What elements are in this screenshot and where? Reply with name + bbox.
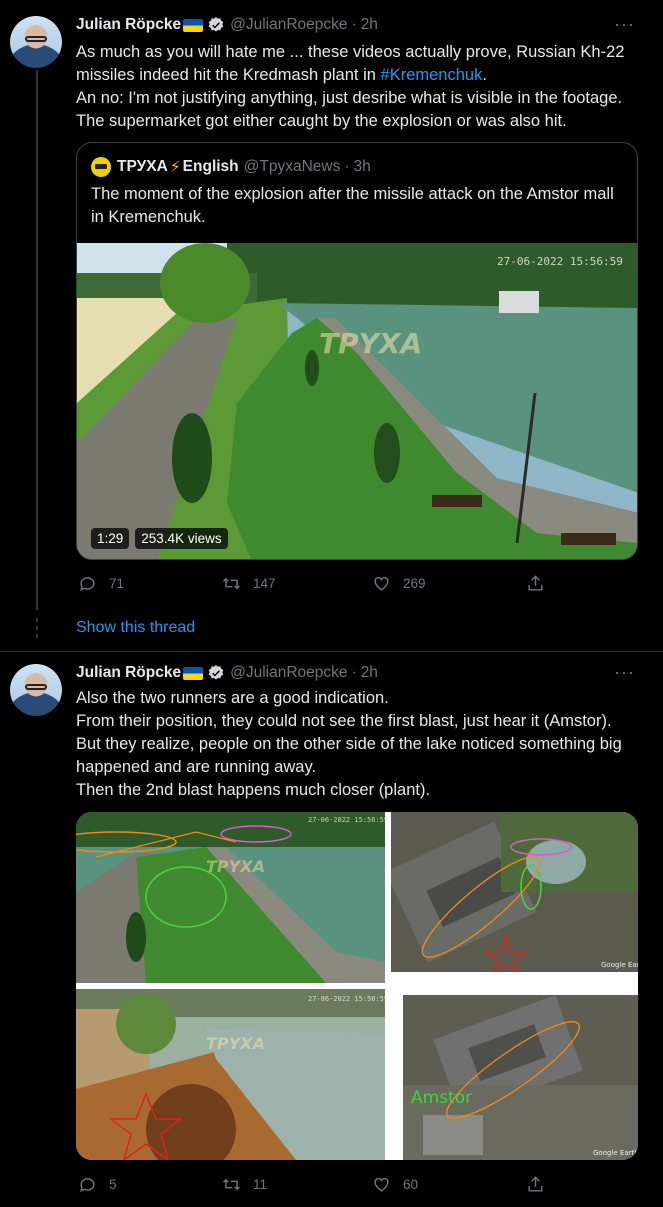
quoted-tweet-text: The moment of the explosion after the mi…	[91, 185, 614, 226]
svg-text:Amstor: Amstor	[411, 1088, 472, 1108]
lightning-icon: ⚡	[169, 158, 181, 176]
svg-text:TPYXA: TPYXA	[319, 327, 422, 360]
svg-text:27-06-2022 15:56:59: 27-06-2022 15:56:59	[308, 816, 385, 824]
author-name[interactable]: Julian Röpcke	[76, 16, 181, 34]
share-button[interactable]	[526, 1175, 557, 1194]
quoted-tweet[interactable]: ТРУХА ⚡ English @TpyxaNews · 3h The moment…	[76, 142, 638, 560]
retweet-icon	[223, 577, 240, 590]
like-icon	[374, 1177, 389, 1192]
avatar[interactable]	[10, 664, 62, 716]
share-icon	[528, 1176, 543, 1192]
author-handle[interactable]: @JulianRoepcke	[230, 664, 347, 682]
share-icon	[528, 575, 543, 591]
reply-icon	[80, 1178, 95, 1193]
image-satellite-top[interactable]: Google Earth	[391, 812, 638, 972]
svg-text:TPYXA: TPYXA	[206, 1034, 265, 1053]
show-thread-link[interactable]: Show this thread	[76, 619, 195, 637]
retweet-button[interactable]: 147	[222, 574, 276, 593]
like-button[interactable]: 60	[372, 1175, 418, 1194]
svg-text:27-06-2022 15:56:59: 27-06-2022 15:56:59	[308, 995, 385, 1003]
reply-button[interactable]: 71	[78, 574, 124, 593]
svg-text:TPYXA: TPYXA	[206, 857, 265, 876]
tpyxa-logo-icon	[91, 157, 111, 177]
hashtag-link[interactable]: #Kremenchuk	[381, 66, 483, 84]
verified-badge-icon	[208, 665, 224, 680]
tweet-2[interactable]: Julian Röpcke @JulianRoepcke · 2h ··· Al…	[0, 652, 663, 1207]
video-frame: TPYXA 27-06-2022 15:56:59	[77, 243, 637, 559]
quoted-tweet-header: ТРУХА ⚡ English @TpyxaNews · 3h	[91, 157, 371, 177]
tweet-header: Julian Röpcke @JulianRoepcke · 2h	[76, 664, 378, 682]
author-handle[interactable]: @JulianRoepcke	[230, 16, 347, 34]
tweet-text: Also the two runners are a good indicati…	[76, 689, 622, 799]
verified-badge-icon	[208, 17, 224, 32]
author-name[interactable]: Julian Röpcke	[76, 664, 181, 682]
ukraine-flag-icon	[183, 18, 204, 32]
image-annotated-frame[interactable]: TPYXA 27-06-2022 15:56:59	[76, 812, 385, 983]
reply-icon	[80, 577, 95, 592]
tweet-actions: 71 147 269	[76, 574, 576, 598]
tweet-header: Julian Röpcke @JulianRoepcke · 2h	[76, 16, 378, 34]
image-explosion-frame[interactable]: TPYXA 27-06-2022 15:56:59	[76, 989, 385, 1160]
tweet-text: As much as you will hate me ... these vi…	[76, 43, 625, 130]
video-duration: 1:29	[91, 528, 130, 549]
image-satellite-amstor[interactable]: Amstor Google Earth	[403, 995, 638, 1160]
like-icon	[374, 576, 389, 591]
video-player[interactable]: TPYXA 27-06-2022 15:56:59 1:29 253.4K vi…	[77, 243, 637, 559]
svg-text:Google Earth: Google Earth	[593, 1149, 638, 1157]
tweet-time[interactable]: 2h	[361, 664, 378, 682]
svg-text:Google Earth: Google Earth	[601, 961, 638, 969]
video-views: 253.4K views	[135, 528, 228, 549]
more-icon[interactable]: ···	[614, 14, 635, 35]
tweet-1[interactable]: Julian Röpcke @JulianRoepcke · 2h ··· As…	[0, 0, 663, 650]
share-button[interactable]	[526, 574, 557, 593]
tweet-actions: 5 11 60	[76, 1175, 576, 1199]
retweet-icon	[223, 1178, 240, 1191]
retweet-button[interactable]: 11	[222, 1175, 267, 1194]
image-grid[interactable]: TPYXA 27-06-2022 15:56:59 Google Earth	[76, 812, 638, 1160]
avatar[interactable]	[10, 16, 62, 68]
video-badges: 1:29 253.4K views	[91, 528, 228, 549]
reply-button[interactable]: 5	[78, 1175, 117, 1194]
svg-text:27-06-2022 15:56:59: 27-06-2022 15:56:59	[497, 255, 623, 268]
ukraine-flag-icon	[183, 666, 204, 680]
more-icon[interactable]: ···	[614, 662, 635, 683]
tweet-time[interactable]: 2h	[361, 16, 378, 34]
like-button[interactable]: 269	[372, 574, 426, 593]
